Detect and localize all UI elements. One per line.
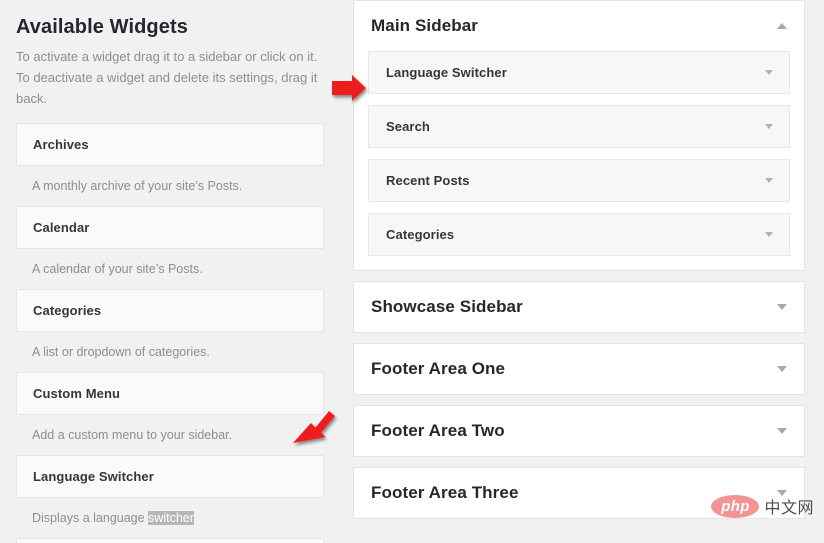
sidebar-widget-search[interactable]: Search — [368, 105, 790, 148]
description-text: A list or dropdown of categories. — [32, 345, 210, 359]
sidebar-widget-language-switcher[interactable]: Language Switcher — [368, 51, 790, 94]
available-widget-label: Archives — [17, 137, 89, 152]
available-widgets-description: To activate a widget drag it to a sideba… — [0, 40, 337, 109]
selected-text-highlight: switcher — [148, 511, 194, 525]
sidebar-widget-categories[interactable]: Categories — [368, 213, 790, 256]
sidebar-widget-label: Categories — [369, 227, 454, 242]
chevron-down-icon[interactable] — [777, 304, 787, 310]
sidebar-widget-label: Recent Posts — [369, 173, 470, 188]
sidebar-panel-header[interactable]: Showcase Sidebar — [354, 282, 804, 332]
available-widget-description: A list or dropdown of categories. — [0, 332, 340, 372]
widgets-admin-screen: Available Widgets To activate a widget d… — [0, 0, 824, 543]
chevron-down-icon[interactable] — [777, 366, 787, 372]
sidebar-panel-showcase-sidebar: Showcase Sidebar — [353, 281, 805, 333]
page-title: Available Widgets — [0, 0, 340, 40]
chevron-down-icon[interactable] — [777, 490, 787, 496]
available-widget-label: Custom Menu — [17, 386, 120, 401]
chevron-down-icon[interactable] — [765, 232, 773, 237]
available-widget-calendar[interactable]: Calendar — [16, 206, 324, 249]
sidebars-column: Main Sidebar Language Switcher Search Recen… — [353, 0, 805, 543]
sidebar-panel-body: Language Switcher Search Recent Posts Categ… — [354, 51, 804, 256]
available-widget-custom-menu[interactable]: Custom Menu — [16, 372, 324, 415]
sidebar-panel-title: Main Sidebar — [354, 16, 478, 36]
chevron-down-icon[interactable] — [765, 178, 773, 183]
sidebar-panel-title: Footer Area One — [354, 359, 505, 379]
available-widget-categories[interactable]: Categories — [16, 289, 324, 332]
available-widget-description: Add a custom menu to your sidebar. — [0, 415, 340, 455]
sidebar-panel-header[interactable]: Main Sidebar — [354, 1, 804, 51]
sidebar-panel-title: Footer Area Three — [354, 483, 519, 503]
sidebar-panel-footer-area-three: Footer Area Three — [353, 467, 805, 519]
available-widget-label: Calendar — [17, 220, 89, 235]
available-widget-description: Displays a language switcher — [0, 498, 340, 538]
available-widget-archives[interactable]: Archives — [16, 123, 324, 166]
available-widget-description: A calendar of your site’s Posts. — [0, 249, 340, 289]
available-widget-label: Categories — [17, 303, 101, 318]
chevron-up-icon[interactable] — [777, 23, 787, 29]
sidebar-panel-header[interactable]: Footer Area Two — [354, 406, 804, 456]
description-text: A monthly archive of your site’s Posts. — [32, 179, 242, 193]
sidebar-panel-footer-area-one: Footer Area One — [353, 343, 805, 395]
chevron-down-icon[interactable] — [765, 70, 773, 75]
chevron-down-icon[interactable] — [765, 124, 773, 129]
sidebar-panel-header[interactable]: Footer Area Three — [354, 468, 804, 518]
description-text: A calendar of your site’s Posts. — [32, 262, 203, 276]
available-widgets-list: Archives A monthly archive of your site’s… — [0, 123, 340, 543]
sidebar-panel-footer-area-two: Footer Area Two — [353, 405, 805, 457]
chevron-down-icon[interactable] — [777, 428, 787, 434]
sidebar-panel-title: Showcase Sidebar — [354, 297, 523, 317]
available-widget-description: A monthly archive of your site’s Posts. — [0, 166, 340, 206]
sidebar-widget-label: Language Switcher — [369, 65, 507, 80]
description-text: Add a custom menu to your sidebar. — [32, 428, 232, 442]
sidebar-widget-label: Search — [369, 119, 430, 134]
sidebar-widget-recent-posts[interactable]: Recent Posts — [368, 159, 790, 202]
description-text: Displays a language — [32, 511, 148, 525]
sidebar-panel-header[interactable]: Footer Area One — [354, 344, 804, 394]
available-widget-language-switcher[interactable]: Language Switcher — [16, 455, 324, 498]
available-widget-label: Language Switcher — [17, 469, 154, 484]
available-widgets-panel: Available Widgets To activate a widget d… — [0, 0, 340, 543]
sidebar-panel-main-sidebar: Main Sidebar Language Switcher Search Recen… — [353, 0, 805, 271]
sidebar-panel-title: Footer Area Two — [354, 421, 505, 441]
available-widget-partial[interactable] — [16, 538, 324, 543]
